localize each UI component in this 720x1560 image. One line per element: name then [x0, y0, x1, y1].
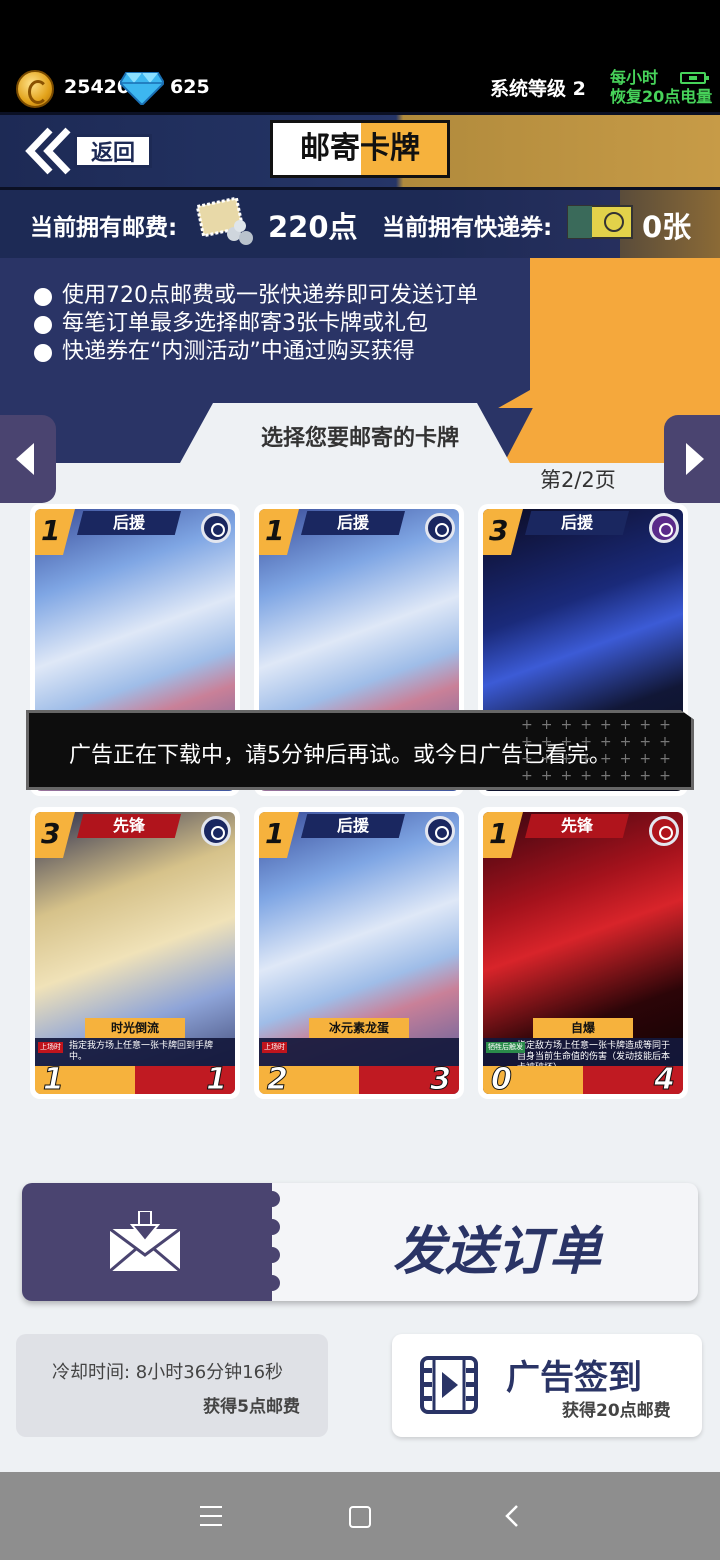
card-attack: 1	[43, 1062, 65, 1095]
cooldown-reward: 获得5点邮费	[203, 1397, 300, 1417]
ad-checkin-button[interactable]: 广告签到 获得20点邮费	[392, 1334, 702, 1437]
card-attack: 2	[267, 1062, 289, 1095]
resource-bar: 25420 625 系统等级 2 每小时 恢复20点电量	[0, 62, 720, 112]
card-desc: 上场时	[259, 1038, 459, 1066]
mail-download-icon	[109, 1211, 181, 1273]
prev-page-button[interactable]	[0, 415, 56, 503]
send-order-button[interactable]: 发送订单	[22, 1183, 698, 1301]
page-indicator: 第2/2页	[540, 468, 616, 492]
card-type: 先锋	[525, 814, 630, 838]
card-cost: 1	[35, 509, 75, 555]
postage-label: 当前拥有邮费:	[30, 215, 178, 241]
coin-icon	[16, 70, 54, 108]
card-desc: 牺牲后触发 指定敌方场上任意一张卡牌造成等同于自身当前生命值的伤害（发动技能后本…	[483, 1038, 683, 1066]
page-title: 邮寄卡牌	[270, 120, 450, 178]
rules-list: 使用720点邮费或一张快递券即可发送订单 每笔订单最多选择邮寄3张卡牌或礼包 快…	[30, 282, 478, 366]
battery-icon	[680, 72, 709, 84]
select-title: 选择您要邮寄的卡牌	[260, 426, 459, 451]
send-order-label: 发送订单	[392, 1222, 601, 1282]
toast-decoration: ++++++++ ++++++++ ++++++++ ++++++++	[521, 717, 679, 784]
card-cost: 1	[483, 812, 523, 858]
express-ticket-icon	[567, 205, 633, 239]
cooldown-timer: 冷却时间: 8小时36分钟16秒	[52, 1362, 284, 1383]
element-icon	[425, 816, 455, 846]
express-label: 当前拥有快递券:	[382, 215, 553, 241]
video-play-icon	[420, 1356, 478, 1414]
rule-item: 快递券在“内测活动”中通过购买获得	[30, 338, 478, 366]
stamp-icon	[195, 196, 253, 245]
ad-checkin-title: 广告签到	[506, 1358, 642, 1398]
double-chevron-left-icon	[25, 127, 71, 175]
card-art: 1 先锋 自爆 牺牲后触发 指定敌方场上任意一张卡牌造成等同于自身当前生命值的伤…	[483, 812, 683, 1094]
back-button[interactable]: 返回	[20, 126, 152, 176]
card-health: 4	[654, 1062, 676, 1095]
card-slot-5[interactable]: 1 后援 冰元素龙蛋 上场时 2 3	[254, 807, 464, 1099]
card-cost: 3	[483, 509, 523, 555]
back-icon[interactable]	[504, 1504, 520, 1528]
card-desc-tag: 上场时	[38, 1042, 63, 1053]
next-page-button[interactable]	[664, 415, 720, 503]
menu-icon[interactable]	[200, 1506, 222, 1526]
card-type: 后援	[301, 814, 406, 838]
home-icon[interactable]	[349, 1506, 371, 1528]
cooldown-panel: 冷却时间: 8小时36分钟16秒 获得5点邮费	[16, 1334, 328, 1437]
card-desc-text: 指定敌方场上任意一张卡牌造成等同于自身当前生命值的伤害（发动技能后本卡被破坏）。	[517, 1041, 671, 1066]
card-type: 后援	[77, 511, 182, 535]
card-health: 1	[206, 1062, 228, 1095]
system-navbar	[0, 1472, 720, 1560]
card-desc-text: 指定我方场上任意一张卡牌回到手牌中。	[69, 1041, 214, 1062]
ad-checkin-reward: 获得20点邮费	[562, 1401, 671, 1421]
card-name: 自爆	[533, 1018, 633, 1038]
diamond-icon	[120, 72, 164, 105]
card-cost: 1	[259, 812, 299, 858]
card-name: 时光倒流	[85, 1018, 185, 1038]
element-icon	[649, 816, 679, 846]
card-slot-6[interactable]: 1 先锋 自爆 牺牲后触发 指定敌方场上任意一张卡牌造成等同于自身当前生命值的伤…	[478, 807, 688, 1099]
system-level: 系统等级 2	[490, 78, 586, 100]
card-desc: 上场时 指定我方场上任意一张卡牌回到手牌中。	[35, 1038, 235, 1066]
diamond-count: 625	[170, 76, 210, 98]
card-cost: 3	[35, 812, 75, 858]
rule-item: 使用720点邮费或一张快递券即可发送订单	[30, 282, 478, 310]
element-icon	[425, 513, 455, 543]
card-art: 1 后援 冰元素龙蛋 上场时 2 3	[259, 812, 459, 1094]
rule-item: 每笔订单最多选择邮寄3张卡牌或礼包	[30, 310, 478, 338]
express-value: 0张	[642, 210, 692, 244]
card-attack: 0	[491, 1062, 513, 1095]
card-type: 先锋	[77, 814, 182, 838]
card-desc-tag: 牺牲后触发	[486, 1042, 525, 1053]
energy-line-2: 恢复20点电量	[610, 87, 713, 106]
element-icon	[201, 816, 231, 846]
postage-value: 220点	[268, 210, 358, 244]
card-art: 3 先锋 时光倒流 上场时 指定我方场上任意一张卡牌回到手牌中。 1 1	[35, 812, 235, 1094]
element-icon	[649, 513, 679, 543]
card-cost: 1	[259, 509, 299, 555]
back-label: 返回	[74, 134, 152, 168]
card-type: 后援	[525, 511, 630, 535]
card-name: 冰元素龙蛋	[309, 1018, 409, 1038]
card-type: 后援	[301, 511, 406, 535]
element-icon	[201, 513, 231, 543]
postage-bar: 当前拥有邮费: 220点 当前拥有快递券: 0张	[0, 190, 720, 258]
card-slot-4[interactable]: 3 先锋 时光倒流 上场时 指定我方场上任意一张卡牌回到手牌中。 1 1	[30, 807, 240, 1099]
toast-message: 广告正在下载中，请5分钟后再试。或今日广告已看完。 ++++++++ +++++…	[26, 710, 694, 790]
card-health: 3	[430, 1062, 452, 1095]
card-desc-tag: 上场时	[262, 1042, 287, 1053]
